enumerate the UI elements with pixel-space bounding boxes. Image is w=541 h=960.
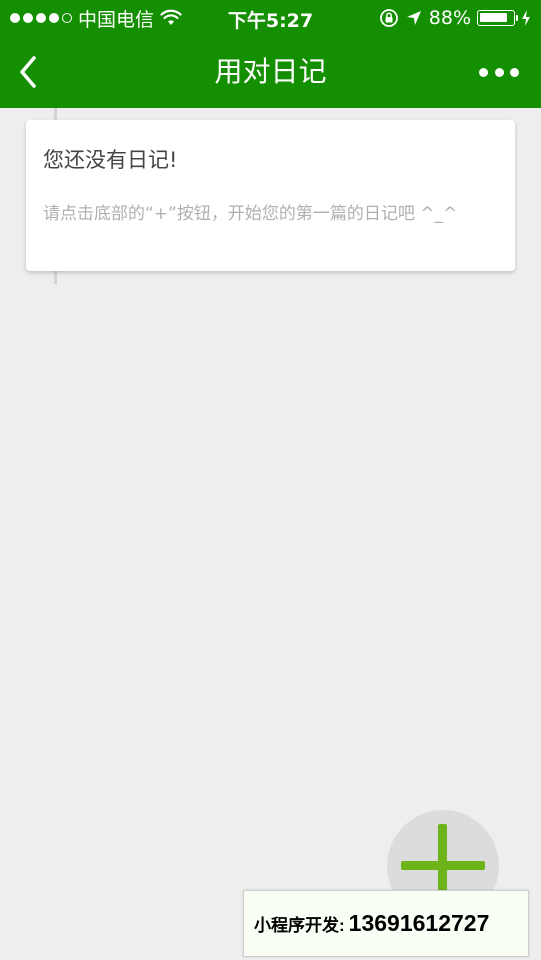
location-arrow-icon bbox=[406, 11, 421, 25]
empty-title: 您还没有日记! bbox=[43, 148, 178, 172]
page-title: 用对日记 bbox=[214, 55, 327, 88]
promo-label: 小程序开发: bbox=[254, 916, 345, 935]
battery-icon bbox=[477, 10, 518, 26]
empty-diary-card: 您还没有日记! 请点击底部的“+”按钮，开始您的第一篇的日记吧 ^_^ bbox=[26, 120, 515, 271]
promo-phone: 13691612727 bbox=[348, 910, 490, 936]
more-dot bbox=[494, 67, 504, 77]
more-dot bbox=[479, 67, 488, 77]
more-button[interactable] bbox=[479, 62, 519, 82]
more-dot bbox=[510, 67, 519, 77]
promo-banner: 小程序开发: 13691612727 bbox=[243, 890, 529, 957]
status-right: 88% bbox=[379, 6, 531, 30]
nav-bar: 用对日记 bbox=[0, 36, 541, 108]
battery-fill bbox=[480, 13, 507, 22]
empty-hint: 请点击底部的“+”按钮，开始您的第一篇的日记吧 ^_^ bbox=[43, 204, 458, 224]
status-bar: 中国电信 下午5:27 88% bbox=[0, 0, 541, 36]
battery-percent: 88% bbox=[428, 7, 471, 29]
charging-bolt-icon bbox=[522, 10, 530, 26]
rotation-lock-icon bbox=[379, 9, 398, 27]
battery-tip bbox=[516, 15, 518, 21]
